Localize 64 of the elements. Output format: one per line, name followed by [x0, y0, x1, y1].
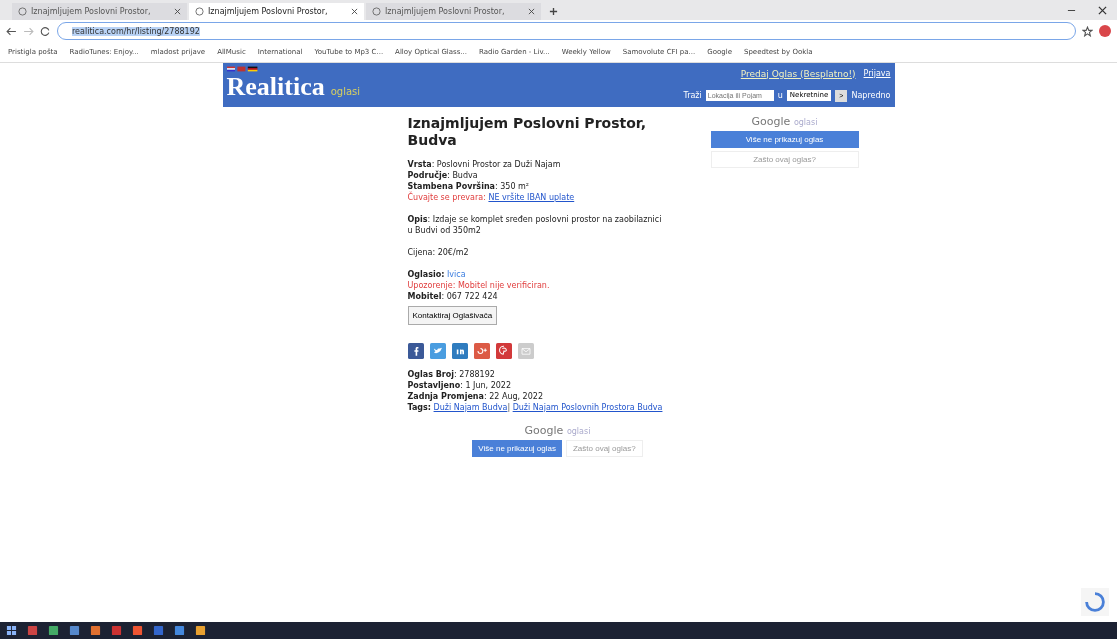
logo-subtitle: oglasi	[330, 86, 361, 97]
tags-label: Tags:	[407, 403, 431, 412]
in-label: u	[777, 91, 783, 100]
flags-icon[interactable]	[226, 66, 259, 72]
ad-label-sub: oglasi	[566, 427, 591, 436]
pinterest-share-icon[interactable]	[495, 343, 512, 359]
linkedin-share-icon[interactable]	[451, 343, 468, 359]
listing-fact: Područje: Budva	[407, 170, 479, 181]
site-logo[interactable]: Realitica	[226, 72, 325, 102]
app-icon[interactable]	[69, 625, 80, 636]
ad-label-sub: oglasi	[793, 118, 818, 127]
app-icon[interactable]	[90, 625, 101, 636]
phone-text: Mobitel: 067 722 424	[407, 291, 499, 302]
app-icon[interactable]	[153, 625, 164, 636]
phone-warning: Upozorenje: Mobitel nije verificiran.	[407, 280, 551, 291]
browser-tab[interactable]: Iznajmljujem Poslovni Prostor,	[189, 3, 364, 20]
recaptcha-icon[interactable]	[1081, 588, 1109, 616]
close-icon[interactable]	[351, 8, 358, 15]
ad-label: Google	[524, 424, 564, 437]
browser-tab[interactable]: Iznajmljujem Poslovni Prostor,	[366, 3, 541, 20]
listing-fact: Stambena Površina: 350 m²	[407, 181, 531, 191]
hide-ad-button[interactable]: Više ne prikazuj oglas	[710, 131, 859, 148]
profile-avatar[interactable]	[1099, 25, 1111, 37]
listing-title: Iznajmljujem Poslovni Prostor, Budva	[407, 115, 647, 149]
googleplus-share-icon[interactable]	[473, 343, 490, 359]
globe-icon	[18, 7, 27, 16]
browser-tab[interactable]: Iznajmljujem Poslovni Prostor,	[12, 3, 187, 20]
new-tab-icon[interactable]	[549, 7, 558, 16]
advertiser-label: Oglasio:	[407, 270, 445, 279]
advertiser-link[interactable]: Ivica	[446, 270, 466, 279]
price-text: Cijena: 20€/m2	[407, 247, 470, 258]
app-icon[interactable]	[174, 625, 185, 636]
globe-icon	[372, 7, 381, 16]
listing-meta: Oglas Broj: 2788192	[407, 369, 496, 380]
globe-icon	[195, 7, 204, 16]
close-icon[interactable]	[528, 8, 535, 15]
app-icon[interactable]	[132, 625, 143, 636]
star-icon[interactable]	[1082, 25, 1093, 37]
ad-label: Google	[751, 115, 791, 128]
app-icon[interactable]	[27, 625, 38, 636]
login-link[interactable]: Prijava	[863, 68, 891, 79]
back-icon[interactable]	[6, 25, 17, 37]
twitter-share-icon[interactable]	[429, 343, 446, 359]
tag-separator: |	[507, 403, 511, 412]
tag-link[interactable]: Duži Najam Poslovnih Prostora Budva	[512, 403, 663, 412]
warning-link[interactable]: NE vršite IBAN uplate	[488, 193, 575, 202]
hide-ad-button[interactable]: Više ne prikazuj oglas	[472, 440, 562, 457]
app-icon[interactable]	[111, 625, 122, 636]
facebook-share-icon[interactable]	[407, 343, 424, 359]
listing-fact: Vrsta: Poslovni Prostor za Duži Najam	[407, 159, 562, 170]
warning-label: Čuvajte se prevara:	[407, 193, 486, 202]
listing-meta: Zadnja Promjena: 22 Aug, 2022	[407, 391, 544, 402]
listing-meta: Postavljeno: 1 Jun, 2022	[407, 380, 512, 391]
app-icon[interactable]	[195, 625, 206, 636]
contact-button[interactable]: Kontaktiraj Oglašivača	[407, 306, 498, 325]
start-icon[interactable]	[6, 625, 17, 636]
app-icon[interactable]	[48, 625, 59, 636]
post-ad-link[interactable]: Predaj Oglas (Besplatno!)	[740, 68, 856, 79]
close-icon[interactable]	[174, 8, 181, 15]
description-text: Opis: Izdaje se komplet sređen poslovni prostor na zaobilaznici u Budvi od 350m2	[407, 214, 663, 236]
advanced-search-link[interactable]: Napredno	[851, 91, 891, 100]
close-icon[interactable]	[1098, 6, 1107, 15]
reload-icon[interactable]	[40, 25, 51, 37]
search-label: Traži	[683, 91, 702, 100]
